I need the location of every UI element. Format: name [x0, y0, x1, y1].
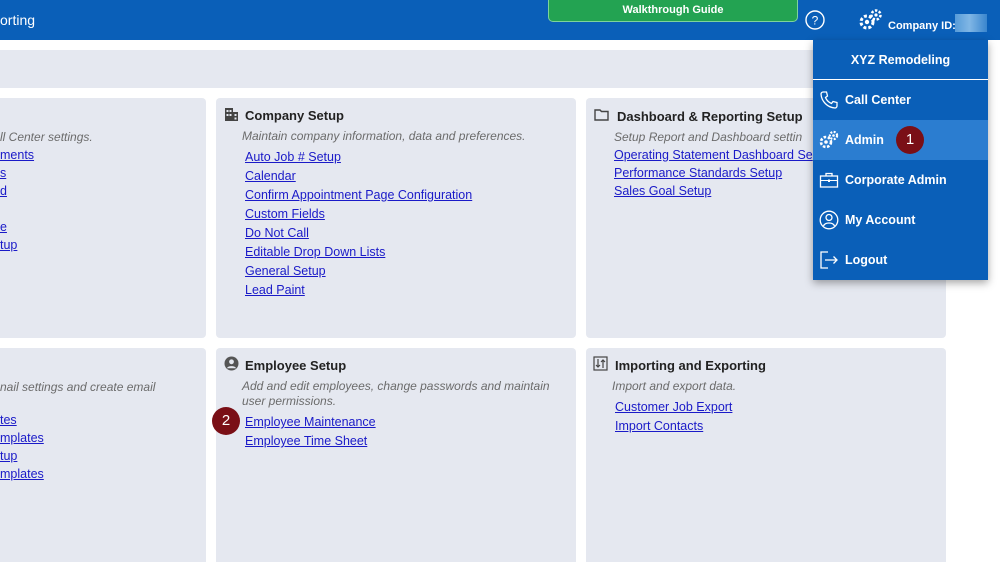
gears-icon [819, 130, 839, 149]
menu-item-call-center[interactable]: Call Center [813, 80, 988, 120]
left-top-link-2[interactable]: s [0, 166, 6, 180]
menu-item-label: Logout [845, 253, 888, 267]
menu-item-my-account[interactable]: My Account [813, 200, 988, 240]
walkthrough-guide-button[interactable]: Walkthrough Guide [548, 0, 798, 22]
top-bar: orting [0, 0, 1000, 40]
left-bottom-link-4[interactable]: mplates [0, 467, 44, 481]
left-top-link-3[interactable]: d [0, 184, 7, 198]
sales-goal-setup-link[interactable]: Sales Goal Setup [614, 184, 711, 198]
folder-icon [594, 109, 609, 121]
lead-paint-link[interactable]: Lead Paint [245, 283, 305, 297]
operating-statement-dashboard-link[interactable]: Operating Statement Dashboard Se [614, 148, 813, 162]
page-banner-strip [0, 50, 945, 88]
dashboard-setup-desc: Setup Report and Dashboard settin [614, 130, 803, 144]
menu-item-logout[interactable]: Logout [813, 240, 988, 280]
confirm-appointment-link[interactable]: Confirm Appointment Page Configuration [245, 188, 472, 202]
svg-text:?: ? [812, 14, 819, 28]
employee-maintenance-link[interactable]: Employee Maintenance [245, 415, 376, 429]
step-badge-1: 1 [896, 126, 924, 154]
editable-dropdown-lists-link[interactable]: Editable Drop Down Lists [245, 245, 385, 259]
employee-setup-desc-line2: user permissions. [242, 394, 337, 408]
left-top-card-desc: ll Center settings. [0, 130, 93, 144]
employee-setup-title: Employee Setup [245, 358, 347, 373]
import-export-title: Importing and Exporting [615, 358, 766, 373]
company-name-header: XYZ Remodeling [813, 40, 988, 80]
company-setup-desc: Maintain company information, data and p… [242, 129, 526, 143]
calendar-link[interactable]: Calendar [245, 169, 296, 183]
import-export-icon [593, 356, 608, 371]
do-not-call-link[interactable]: Do Not Call [245, 226, 309, 240]
left-bottom-link-3[interactable]: tup [0, 449, 17, 463]
user-circle-icon [224, 356, 239, 371]
auto-job-setup-link[interactable]: Auto Job # Setup [245, 150, 341, 164]
left-bottom-card-desc: nail settings and create email [0, 380, 156, 394]
phone-icon [820, 91, 838, 109]
logout-icon [820, 251, 838, 269]
left-bottom-link-1[interactable]: tes [0, 413, 17, 427]
company-id-label: Company ID: [888, 20, 956, 32]
import-export-desc: Import and export data. [612, 379, 737, 393]
left-top-link-5[interactable]: tup [0, 238, 17, 252]
employee-time-sheet-link[interactable]: Employee Time Sheet [245, 434, 367, 448]
menu-item-label: Call Center [845, 93, 911, 107]
menu-item-corporate-admin[interactable]: Corporate Admin [813, 160, 988, 200]
menu-item-label: Admin [845, 133, 884, 147]
building-icon [225, 108, 238, 121]
app-title: orting [0, 12, 36, 28]
account-dropdown-menu: XYZ Remodeling Call Center Admin Corpora… [813, 40, 988, 280]
menu-item-label: Corporate Admin [845, 173, 947, 187]
import-contacts-link[interactable]: Import Contacts [615, 419, 703, 433]
custom-fields-link[interactable]: Custom Fields [245, 207, 325, 221]
employee-setup-desc-line1: Add and edit employees, change passwords… [242, 379, 550, 393]
left-top-link-4[interactable]: e [0, 220, 7, 234]
company-id-value-redacted [955, 14, 987, 32]
customer-job-export-link[interactable]: Customer Job Export [615, 400, 732, 414]
dashboard-setup-title: Dashboard & Reporting Setup [617, 109, 803, 124]
menu-item-label: My Account [845, 213, 916, 227]
help-icon[interactable]: ? [805, 10, 825, 30]
step-badge-2: 2 [212, 407, 240, 435]
gears-icon[interactable] [858, 8, 884, 32]
left-bottom-link-2[interactable]: mplates [0, 431, 44, 445]
user-circle-icon [819, 210, 839, 230]
company-setup-title: Company Setup [245, 108, 344, 123]
general-setup-link[interactable]: General Setup [245, 264, 326, 278]
left-top-link-1[interactable]: ments [0, 148, 34, 162]
briefcase-icon [819, 172, 839, 188]
performance-standards-setup-link[interactable]: Performance Standards Setup [614, 166, 782, 180]
